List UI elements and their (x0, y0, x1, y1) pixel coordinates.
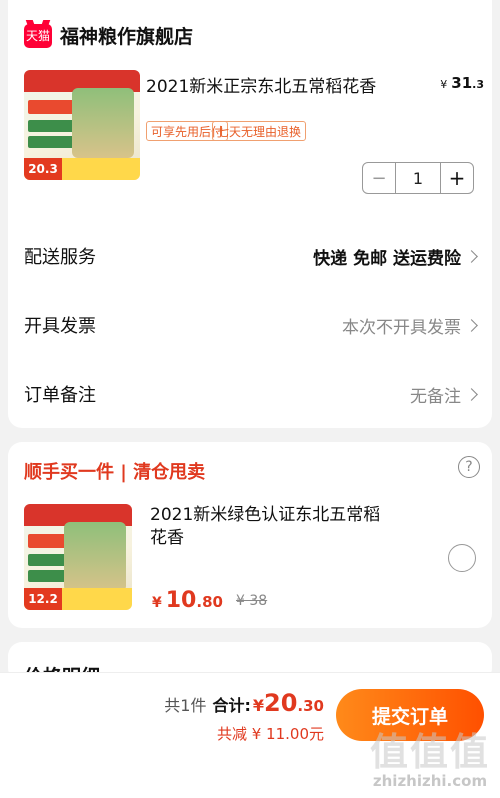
addon-product-title[interactable]: 2021新米绿色认证东北五常稻花香 (150, 504, 390, 550)
addon-card: 顺手买一件 | 清仓甩卖 ? 12.2 2021新米绿色认证东北五常稻花香 ¥1… (8, 442, 492, 628)
product-price: ¥31.3 (440, 74, 484, 92)
discount-total: 共减 ¥ 11.00元 (216, 725, 324, 743)
seven-day-return-tag: 七天无理由退换 (212, 121, 307, 141)
delivery-value: 快递 免邮 送运费险 (313, 248, 461, 269)
order-note-label: 订单备注 (24, 385, 96, 406)
store-name[interactable]: 福神粮作旗舰店 (60, 22, 193, 49)
chevron-right-icon (465, 249, 478, 263)
watermark: 值值值 zhizhizhi.com (369, 730, 490, 790)
order-note-row[interactable]: 订单备注 无备注 (24, 374, 478, 414)
decrease-quantity-button[interactable]: − (363, 163, 395, 193)
addon-section-title: 顺手买一件 | 清仓甩卖 (24, 462, 206, 483)
chevron-right-icon (465, 387, 478, 401)
help-icon[interactable]: ? (458, 456, 480, 478)
addon-original-price: ¥ 38 (236, 593, 268, 609)
addon-image-price-badge: 12.2 (24, 588, 62, 610)
order-card: 天猫 福神粮作旗舰店 20.3 2021新米正宗东北五常稻花香 ¥31.3 可享… (8, 0, 492, 428)
quantity-input[interactable]: 1 (395, 163, 441, 193)
image-price-badge: 20.3 (24, 158, 62, 180)
addon-price: ¥10.80 (152, 588, 223, 613)
order-total: 共1件 合计: ¥20.30 (164, 689, 324, 717)
order-note-value: 无备注 (410, 386, 461, 407)
delivery-service-row[interactable]: 配送服务 快递 免邮 送运费险 (24, 236, 478, 276)
delivery-label: 配送服务 (24, 247, 96, 268)
store-header[interactable]: 天猫 福神粮作旗舰店 (24, 22, 193, 49)
chevron-right-icon (465, 318, 478, 332)
item-count: 共1件 (164, 696, 207, 715)
total-label: 合计: (212, 696, 251, 715)
product-image[interactable]: 20.3 (24, 70, 140, 180)
invoice-label: 开具发票 (24, 316, 96, 337)
increase-quantity-button[interactable]: + (441, 163, 473, 193)
quantity-stepper: − 1 + (362, 162, 474, 194)
invoice-row[interactable]: 开具发票 本次不开具发票 (24, 305, 478, 345)
invoice-value: 本次不开具发票 (342, 317, 461, 338)
checkout-bar: 共1件 合计: ¥20.30 共减 ¥ 11.00元 提交订单 值值值 zhiz… (0, 672, 500, 798)
addon-product-image[interactable]: 12.2 (24, 504, 132, 610)
addon-select-radio[interactable] (448, 544, 476, 572)
tmall-logo-icon: 天猫 (24, 23, 52, 48)
product-title[interactable]: 2021新米正宗东北五常稻花香 (146, 72, 376, 97)
